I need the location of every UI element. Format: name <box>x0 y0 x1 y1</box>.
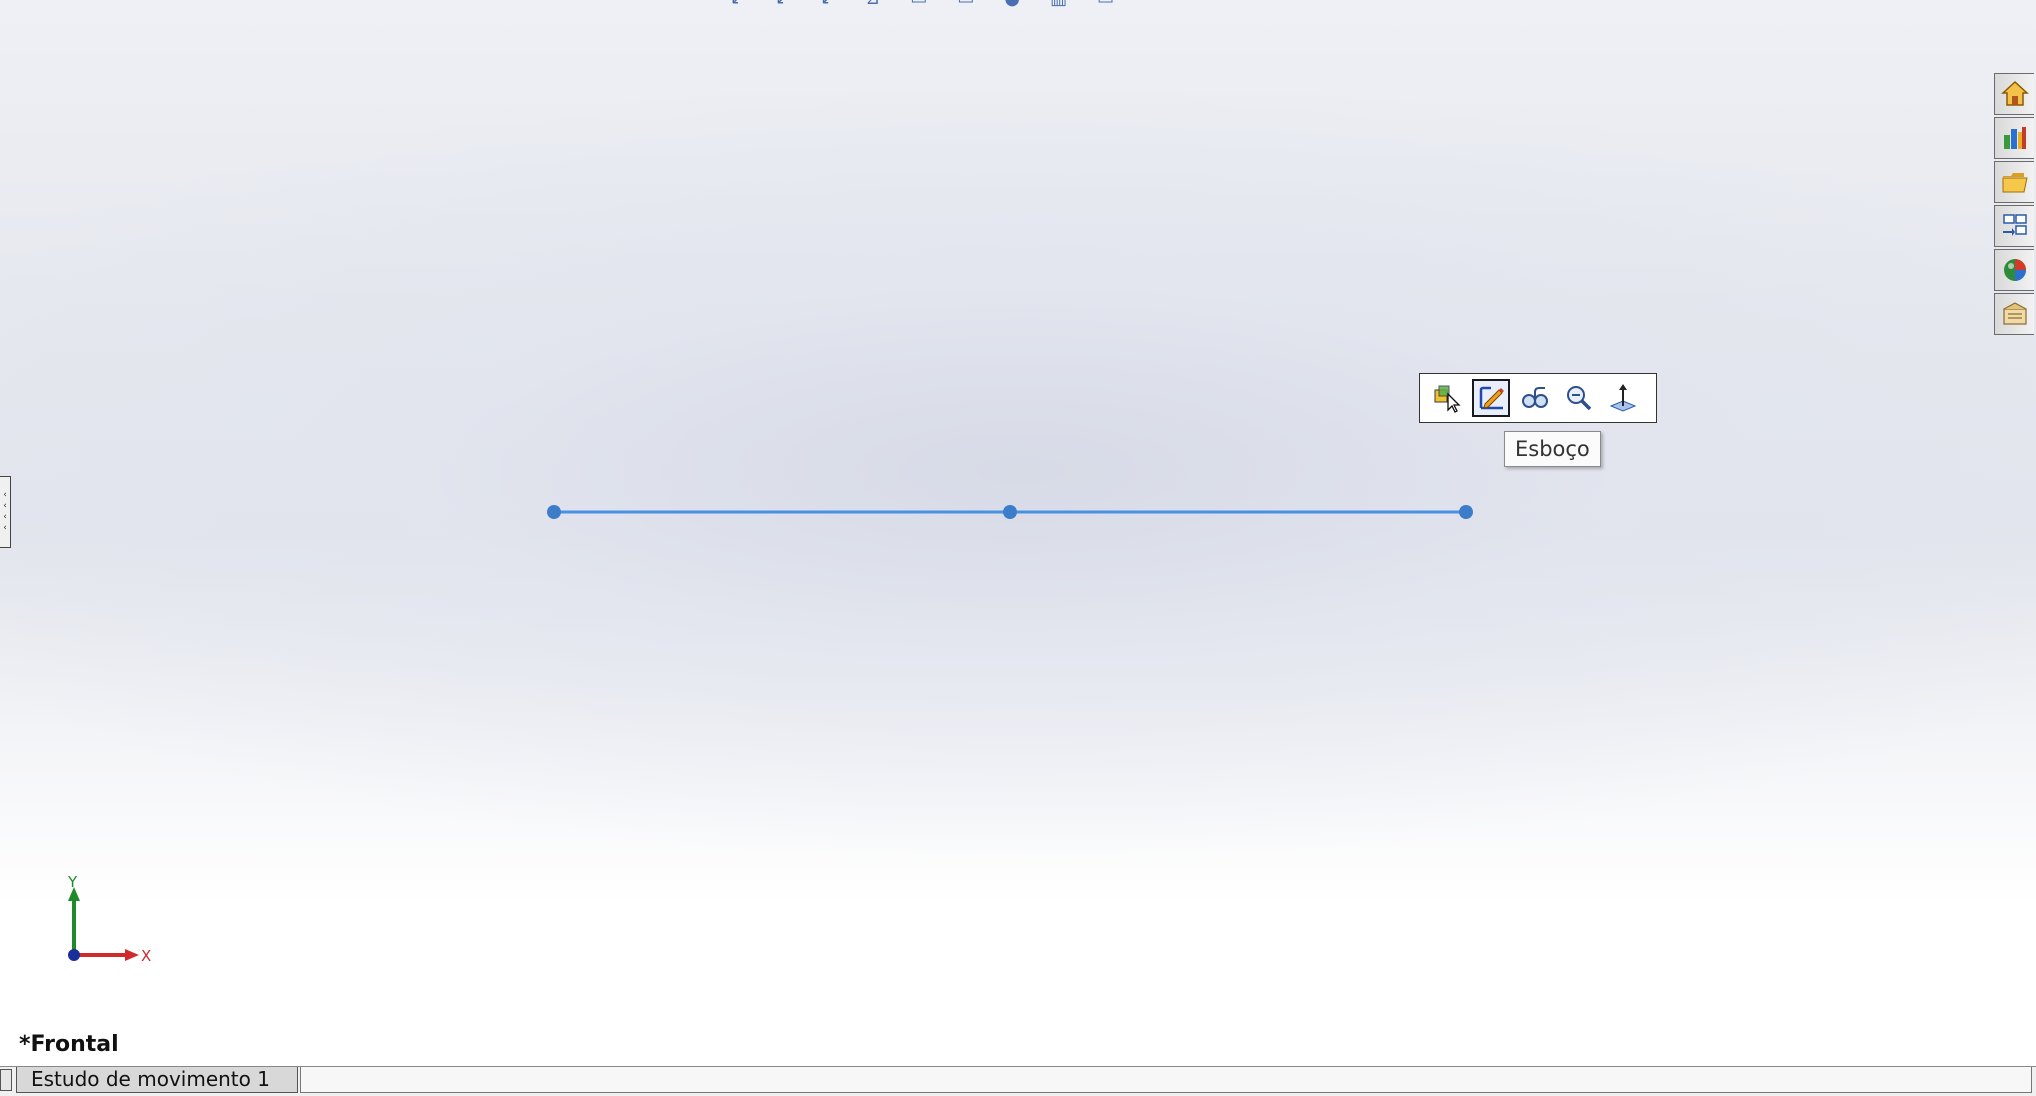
tab-motion-study[interactable]: Estudo de movimento 1 <box>16 1067 298 1093</box>
sketch-midpoint[interactable] <box>1003 505 1017 519</box>
tab-strip-empty <box>300 1067 2032 1093</box>
edit-sketch-button[interactable] <box>1472 379 1510 417</box>
normal-to-icon <box>1609 384 1637 412</box>
design-library-icon <box>2003 127 2026 149</box>
sketch-endpoint[interactable] <box>547 505 561 519</box>
task-pane-tab-file-explorer[interactable] <box>1994 161 2034 203</box>
appearances-icon <box>2003 259 2026 281</box>
tab-scroll-button[interactable] <box>0 1069 12 1091</box>
triad-y-label: Y <box>67 875 78 891</box>
zoom-to-selection-button[interactable] <box>1560 379 1598 417</box>
home-icon <box>2000 80 2029 106</box>
task-pane-tab-design-library[interactable] <box>1994 117 2034 159</box>
graphics-area[interactable]: ↙ ↙ ↙ ⊿ ▭ ▭ ◒ ▥ ▭ ‹ ‹ ‹ ‹ <box>0 0 2036 1066</box>
zoom-to-selection-icon <box>1567 386 1592 411</box>
task-pane-tab-custom-properties[interactable] <box>1994 293 2034 335</box>
sketch-endpoint[interactable] <box>1459 505 1473 519</box>
hide-show-button[interactable] <box>1516 379 1554 417</box>
view-orientation-label: *Frontal <box>19 1032 119 1057</box>
select-component-button[interactable] <box>1428 379 1466 417</box>
sketch-canvas <box>547 505 1473 519</box>
edit-sketch-icon <box>1479 386 1504 410</box>
context-toolbar <box>1419 373 1657 423</box>
task-pane-tab-view-palette[interactable] <box>1994 205 2034 247</box>
bottom-tab-strip: Estudo de movimento 1 <box>0 1066 2036 1096</box>
hide-show-icon <box>1522 387 1548 408</box>
triad-x-label: X <box>141 947 151 965</box>
view-palette-icon <box>2002 214 2027 236</box>
select-component-icon <box>1434 385 1461 413</box>
task-pane-tab-appearances[interactable] <box>1994 249 2034 291</box>
task-pane-tab-home[interactable] <box>1994 73 2034 115</box>
task-pane-tabs <box>1994 73 2036 337</box>
file-explorer-icon <box>2002 173 2028 193</box>
feature-manager-collapse-handle[interactable]: ‹ ‹ ‹ ‹ <box>0 476 11 548</box>
custom-properties-icon <box>2002 302 2027 325</box>
tooltip: Esboço <box>1504 431 1601 467</box>
normal-to-button[interactable] <box>1604 379 1642 417</box>
reference-triad: Y X <box>67 875 151 965</box>
